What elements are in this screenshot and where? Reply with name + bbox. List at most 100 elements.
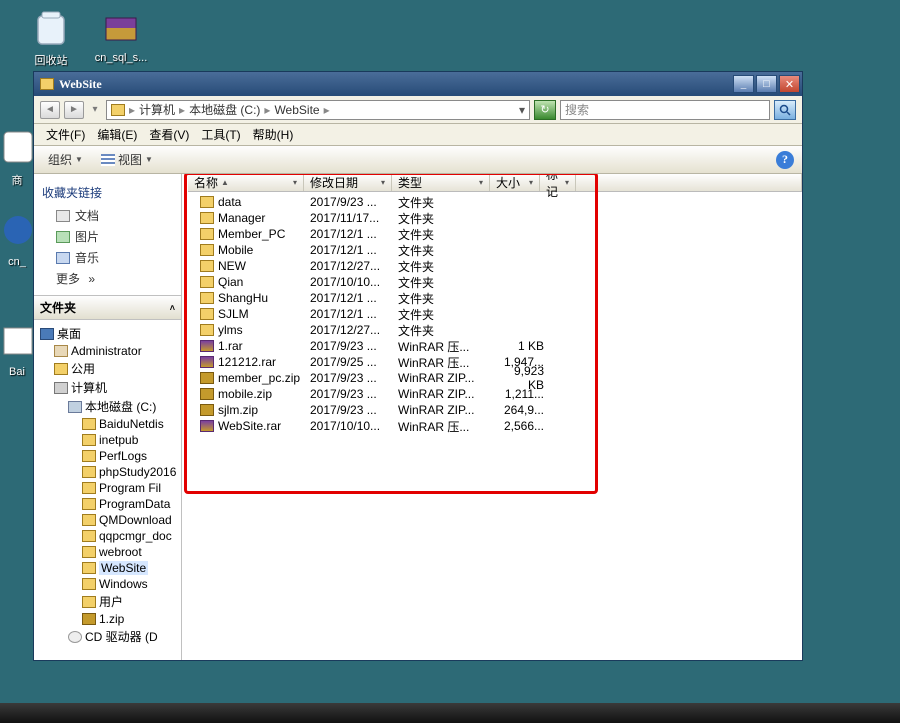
file-type: 文件夹	[398, 290, 496, 307]
tree-folder[interactable]: qqpcmgr_doc	[38, 528, 181, 544]
tree-folder[interactable]: BaiduNetdis	[38, 416, 181, 432]
tree-folder[interactable]: ProgramData	[38, 496, 181, 512]
fav-more[interactable]: 更多 »	[42, 268, 173, 289]
desktop-icon-recycle[interactable]: 回收站	[16, 6, 86, 68]
tree-folder[interactable]: inetpub	[38, 432, 181, 448]
nav-history-dropdown[interactable]: ▾	[88, 101, 102, 119]
fav-documents[interactable]: 文档	[42, 205, 173, 226]
menu-help[interactable]: 帮助(H)	[247, 124, 300, 145]
tree-folder[interactable]: PerfLogs	[38, 448, 181, 464]
fav-pictures[interactable]: 图片	[42, 226, 173, 247]
menu-edit[interactable]: 编辑(E)	[91, 124, 143, 145]
maximize-button[interactable]: □	[756, 75, 777, 93]
file-row[interactable]: Qian2017/10/10...文件夹	[200, 274, 802, 290]
folder-icon	[82, 418, 96, 430]
nav-back-button[interactable]: ◄	[40, 101, 60, 119]
sort-asc-icon: ▲	[221, 178, 229, 187]
file-row[interactable]: ShangHu2017/12/1 ...文件夹	[200, 290, 802, 306]
picture-icon	[56, 231, 70, 243]
views-button[interactable]: 视图 ▼	[95, 149, 159, 170]
filter-dropdown-icon[interactable]: ▾	[381, 178, 385, 187]
taskbar[interactable]	[0, 703, 900, 723]
cut-desktop-icon[interactable]: cn_	[0, 210, 34, 268]
tree-drive[interactable]: 本地磁盘 (C:)	[38, 397, 181, 416]
menu-file[interactable]: 文件(F)	[40, 124, 91, 145]
tree-website[interactable]: WebSite	[38, 560, 181, 576]
folder-icon	[200, 244, 214, 256]
filter-dropdown-icon[interactable]: ▾	[529, 178, 533, 187]
refresh-button[interactable]: ↻	[534, 100, 556, 120]
tree-folder[interactable]: Program Fil	[38, 480, 181, 496]
breadcrumb[interactable]: ▸ 计算机 ▸ 本地磁盘 (C:) ▸ WebSite ▸ ▾	[106, 100, 530, 120]
folder-icon	[200, 228, 214, 240]
file-row[interactable]: data2017/9/23 ...文件夹	[200, 194, 802, 210]
menu-tools[interactable]: 工具(T)	[195, 124, 246, 145]
folder-icon	[82, 578, 96, 590]
cut-desktop-icon[interactable]: 商	[0, 126, 34, 188]
file-row[interactable]: member_pc.zip2017/9/23 ...WinRAR ZIP...9…	[200, 370, 802, 386]
views-icon	[101, 154, 115, 166]
minimize-button[interactable]: _	[733, 75, 754, 93]
file-row[interactable]: Member_PC2017/12/1 ...文件夹	[200, 226, 802, 242]
col-size[interactable]: 大小▾	[490, 174, 540, 191]
file-date: 2017/9/23 ...	[310, 403, 398, 417]
help-button[interactable]: ?	[776, 151, 794, 169]
col-tag[interactable]: 标记▾	[540, 174, 576, 191]
tree-cd[interactable]: CD 驱动器 (D	[38, 627, 181, 646]
file-row[interactable]: SJLM2017/12/1 ...文件夹	[200, 306, 802, 322]
tree-zip[interactable]: 1.zip	[38, 611, 181, 627]
folder-icon	[82, 596, 96, 608]
crumb-drive[interactable]: 本地磁盘 (C:)	[189, 101, 260, 118]
tree-admin[interactable]: Administrator	[38, 343, 181, 359]
menu-view[interactable]: 查看(V)	[143, 124, 195, 145]
tree-folder[interactable]: webroot	[38, 544, 181, 560]
folder-icon	[82, 514, 96, 526]
file-row[interactable]: sjlm.zip2017/9/23 ...WinRAR ZIP...264,9.…	[200, 402, 802, 418]
organize-button[interactable]: 组织 ▼	[42, 149, 89, 170]
tree-folder[interactable]: Windows	[38, 576, 181, 592]
file-name: 1.rar	[218, 339, 243, 353]
cut-desktop-icon[interactable]: Bai	[0, 320, 34, 378]
fav-music[interactable]: 音乐	[42, 247, 173, 268]
folder-icon	[54, 363, 68, 375]
file-row[interactable]: WebSite.rar2017/10/10...WinRAR 压...2,566…	[200, 418, 802, 434]
file-list-pane: 名称 ▲▾ 修改日期▾ 类型▾ 大小▾ 标记▾ data2017/9/23 ..…	[182, 174, 802, 660]
tree-folder[interactable]: phpStudy2016	[38, 464, 181, 480]
file-row[interactable]: 1.rar2017/9/23 ...WinRAR 压...1 KB	[200, 338, 802, 354]
dropdown-icon: ▼	[145, 155, 153, 164]
search-button[interactable]	[774, 100, 796, 120]
computer-icon	[54, 382, 68, 394]
desktop-icon-winrar[interactable]: cn_sql_s...	[86, 6, 156, 64]
breadcrumb-dropdown[interactable]: ▾	[519, 103, 525, 117]
folder-tree: 桌面 Administrator 公用 计算机 本地磁盘 (C:) BaiduN…	[34, 320, 181, 650]
crumb-folder[interactable]: WebSite	[274, 103, 319, 117]
file-row[interactable]: ylms2017/12/27...文件夹	[200, 322, 802, 338]
file-row[interactable]: Mobile2017/12/1 ...文件夹	[200, 242, 802, 258]
tree-folder[interactable]: 用户	[38, 592, 181, 611]
zip-icon	[200, 404, 214, 416]
nav-forward-button[interactable]: ►	[64, 101, 84, 119]
filter-dropdown-icon[interactable]: ▾	[293, 178, 297, 187]
close-button[interactable]: ✕	[779, 75, 800, 93]
folder-icon	[82, 434, 96, 446]
drive-icon	[68, 401, 82, 413]
filter-dropdown-icon[interactable]: ▾	[565, 178, 569, 187]
folders-header[interactable]: 文件夹˄	[34, 295, 181, 320]
filter-dropdown-icon[interactable]: ▾	[479, 178, 483, 187]
cut-label: 商	[0, 172, 34, 188]
col-type[interactable]: 类型▾	[392, 174, 490, 191]
file-row[interactable]: NEW2017/12/27...文件夹	[200, 258, 802, 274]
search-input[interactable]: 搜索	[560, 100, 770, 120]
file-row[interactable]: Manager2017/11/17...文件夹	[200, 210, 802, 226]
crumb-computer[interactable]: 计算机	[139, 101, 175, 118]
file-type: WinRAR ZIP...	[398, 403, 496, 417]
file-type: 文件夹	[398, 258, 496, 275]
tree-computer[interactable]: 计算机	[38, 378, 181, 397]
col-date[interactable]: 修改日期▾	[304, 174, 392, 191]
tree-public[interactable]: 公用	[38, 359, 181, 378]
file-row[interactable]: mobile.zip2017/9/23 ...WinRAR ZIP...1,21…	[200, 386, 802, 402]
tree-folder[interactable]: QMDownload	[38, 512, 181, 528]
tree-desktop[interactable]: 桌面	[38, 324, 181, 343]
col-name[interactable]: 名称 ▲▾	[188, 174, 304, 191]
titlebar[interactable]: WebSite _ □ ✕	[34, 72, 802, 96]
